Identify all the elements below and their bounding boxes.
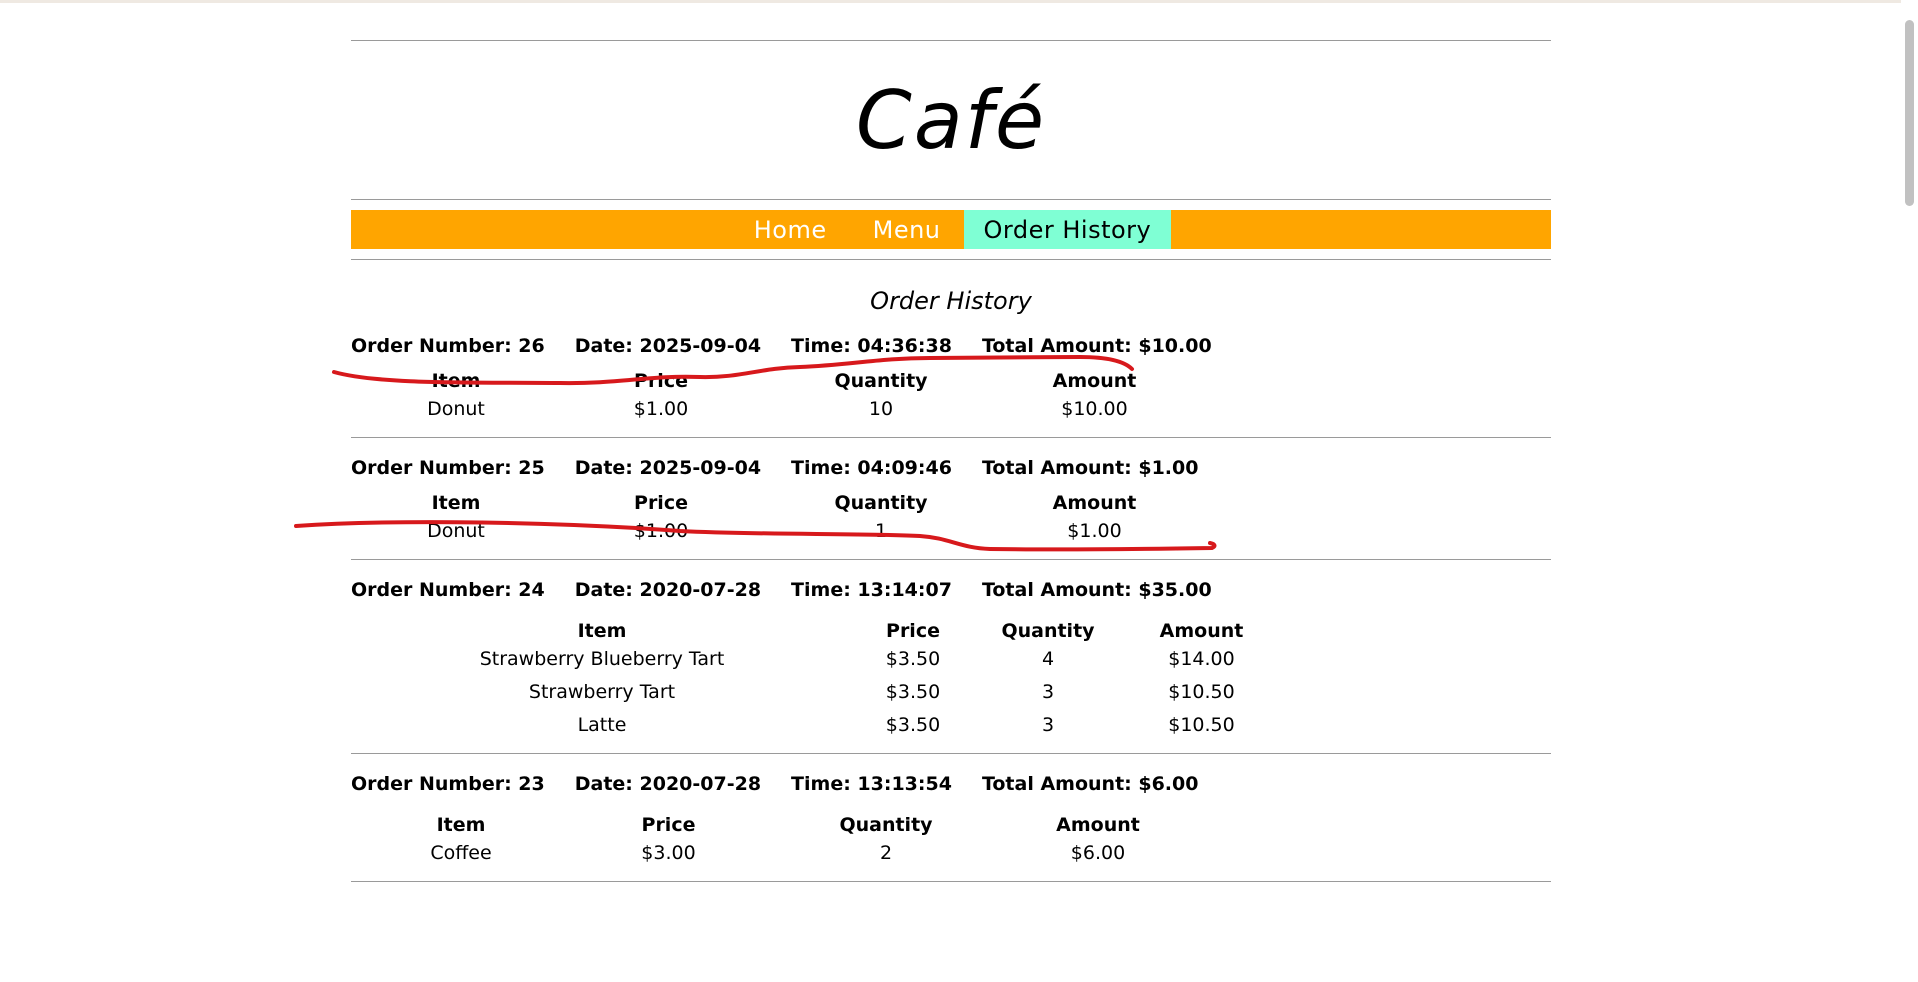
- order-card: Order Number: 26 Date: 2025-09-04 Time: …: [351, 334, 1551, 438]
- order-header: Order Number: 23 Date: 2020-07-28 Time: …: [351, 772, 1551, 796]
- order-card: Order Number: 23 Date: 2020-07-28 Time: …: [351, 772, 1551, 882]
- scrollbar-thumb[interactable]: [1905, 20, 1914, 206]
- order-total: Total Amount: $10.00: [981, 335, 1212, 357]
- cell-amount: $14.00: [1168, 647, 1235, 670]
- order-number: Order Number: 26: [351, 335, 545, 357]
- order-card: Order Number: 24 Date: 2020-07-28 Time: …: [351, 578, 1551, 754]
- page-container: Café Home Menu Order History Order Histo…: [351, 40, 1551, 882]
- table-row: Strawberry Tart $3.50 3 $10.50: [351, 675, 1280, 708]
- column-header-price: Price: [634, 492, 688, 514]
- cell-amount: $10.50: [1168, 680, 1235, 703]
- cell-price: $3.50: [885, 713, 941, 736]
- order-total: Total Amount: $6.00: [981, 773, 1199, 795]
- cell-price: $1.00: [633, 397, 689, 420]
- cell-item: Strawberry Tart: [528, 680, 676, 703]
- order-number: Order Number: 23: [351, 773, 545, 795]
- order-separator: [351, 437, 1551, 438]
- column-header-amount: Amount: [1052, 492, 1137, 514]
- page-heading: Order History: [870, 287, 1032, 315]
- cell-item: Donut: [427, 519, 485, 542]
- order-total: Total Amount: $1.00: [981, 457, 1199, 479]
- cell-item: Donut: [427, 397, 485, 420]
- nav-order-history-link[interactable]: Order History: [963, 210, 1172, 249]
- order-date: Date: 2020-07-28: [574, 773, 762, 795]
- cell-quantity: 3: [1041, 713, 1055, 736]
- column-header-quantity: Quantity: [834, 370, 928, 392]
- main-nav: Home Menu Order History: [351, 210, 1551, 249]
- cell-amount: $1.00: [1067, 519, 1122, 542]
- column-header-price: Price: [886, 620, 940, 642]
- order-time: Time: 13:13:54: [791, 773, 952, 795]
- nav-bottom-rule: [351, 259, 1551, 260]
- cell-amount: $6.00: [1070, 841, 1126, 864]
- cell-item: Coffee: [430, 841, 492, 864]
- order-separator: [351, 881, 1551, 882]
- column-header-item: Item: [431, 370, 481, 392]
- table-row: Latte $3.50 3 $10.50: [351, 708, 1280, 741]
- column-header-amount: Amount: [1056, 814, 1140, 836]
- header-bottom-rule: [351, 199, 1551, 200]
- column-header-item: Item: [436, 814, 486, 836]
- table-header-row: Item Price Quantity Amount: [351, 358, 1188, 392]
- order-items-table: Item Price Quantity Amount Donut $1.00 1…: [351, 358, 1188, 425]
- site-title: Café: [855, 73, 1047, 167]
- table-header-row: Item Price Quantity Amount: [351, 608, 1280, 642]
- cell-price: $3.50: [885, 680, 941, 703]
- order-card: Order Number: 25 Date: 2025-09-04 Time: …: [351, 456, 1551, 560]
- order-header: Order Number: 25 Date: 2025-09-04 Time: …: [351, 456, 1551, 480]
- cell-quantity: 4: [1041, 647, 1055, 670]
- order-items-table: Item Price Quantity Amount Strawberry Bl…: [351, 608, 1280, 741]
- table-row: Coffee $3.00 2 $6.00: [351, 836, 1190, 869]
- order-date: Date: 2025-09-04: [574, 457, 762, 479]
- cell-quantity: 10: [868, 397, 894, 420]
- column-header-amount: Amount: [1052, 370, 1137, 392]
- nav-home-link[interactable]: Home: [731, 210, 850, 249]
- cell-amount: $10.50: [1168, 713, 1235, 736]
- order-number: Order Number: 24: [351, 579, 545, 601]
- order-total: Total Amount: $35.00: [981, 579, 1212, 601]
- cell-item: Strawberry Blueberry Tart: [479, 647, 725, 670]
- column-header-price: Price: [641, 814, 696, 836]
- order-separator: [351, 753, 1551, 754]
- cell-quantity: 3: [1041, 680, 1055, 703]
- cell-price: $3.00: [641, 841, 696, 864]
- column-header-quantity: Quantity: [834, 492, 928, 514]
- order-number: Order Number: 25: [351, 457, 545, 479]
- order-date: Date: 2020-07-28: [574, 579, 762, 601]
- column-header-quantity: Quantity: [839, 814, 933, 836]
- order-items-table: Item Price Quantity Amount Coffee $3.00 …: [351, 802, 1190, 869]
- order-header: Order Number: 26 Date: 2025-09-04 Time: …: [351, 334, 1551, 358]
- column-header-item: Item: [431, 492, 481, 514]
- cell-quantity: 1: [874, 519, 888, 542]
- table-row: Donut $1.00 1 $1.00: [351, 514, 1188, 547]
- table-row: Strawberry Blueberry Tart $3.50 4 $14.00: [351, 642, 1280, 675]
- cell-quantity: 2: [879, 841, 893, 864]
- cell-price: $3.50: [885, 647, 941, 670]
- order-time: Time: 04:36:38: [791, 335, 952, 357]
- cell-price: $1.00: [633, 519, 689, 542]
- order-date: Date: 2025-09-04: [574, 335, 762, 357]
- nav-menu-link[interactable]: Menu: [850, 210, 964, 249]
- cell-item: Latte: [577, 713, 627, 736]
- page-scrollbar[interactable]: [1901, 0, 1918, 982]
- order-items-table: Item Price Quantity Amount Donut $1.00 1…: [351, 480, 1188, 547]
- cell-amount: $10.00: [1061, 397, 1128, 420]
- column-header-item: Item: [577, 620, 627, 642]
- column-header-amount: Amount: [1159, 620, 1244, 642]
- column-header-price: Price: [634, 370, 688, 392]
- table-header-row: Item Price Quantity Amount: [351, 480, 1188, 514]
- table-row: Donut $1.00 10 $10.00: [351, 392, 1188, 425]
- order-separator: [351, 559, 1551, 560]
- order-time: Time: 13:14:07: [791, 579, 952, 601]
- order-time: Time: 04:09:46: [791, 457, 952, 479]
- browser-top-edge: [0, 0, 1918, 3]
- table-header-row: Item Price Quantity Amount: [351, 802, 1190, 836]
- column-header-quantity: Quantity: [1001, 620, 1095, 642]
- order-header: Order Number: 24 Date: 2020-07-28 Time: …: [351, 578, 1551, 602]
